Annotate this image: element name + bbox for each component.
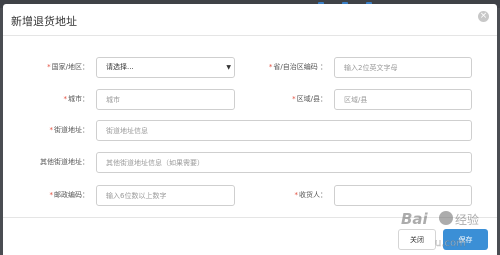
postcode-label-text: 邮政编码：: [54, 191, 89, 199]
city-input[interactable]: [96, 89, 235, 110]
save-button[interactable]: 保存: [443, 229, 488, 250]
country-label: *国家/地区：: [23, 57, 89, 78]
district-label-text: 区域/县：: [296, 95, 327, 103]
district-label: *区域/县：: [243, 89, 327, 110]
other-street-label: 其他街道地址：: [23, 152, 89, 173]
required-marker: *: [63, 95, 68, 103]
district-input[interactable]: [334, 89, 472, 110]
close-button[interactable]: 关闭: [398, 229, 436, 250]
province-code-input[interactable]: [334, 57, 472, 78]
required-marker: *: [49, 191, 54, 199]
required-marker: *: [49, 126, 54, 134]
dialog-header: 新增退货地址 ×: [3, 4, 497, 36]
required-marker: *: [268, 63, 273, 71]
city-label-text: 城市：: [68, 95, 89, 103]
city-label: *城市：: [23, 89, 90, 110]
country-select[interactable]: 请选择... ▼: [96, 57, 235, 78]
required-marker: *: [294, 191, 299, 199]
country-select-value: 请选择...: [106, 63, 134, 71]
close-icon[interactable]: ×: [478, 11, 489, 22]
required-marker: *: [47, 63, 51, 71]
street-input[interactable]: [96, 120, 472, 141]
required-marker: *: [292, 95, 296, 103]
postcode-input[interactable]: [96, 185, 235, 206]
recipient-label: *收货人：: [243, 185, 328, 206]
province-code-label-text: 省/自治区编码 ：: [273, 63, 327, 71]
recipient-input[interactable]: [334, 185, 472, 206]
add-return-address-dialog: 新增退货地址 × *国家/地区： 请选择... ▼ *省/自治区编码 ： *城市…: [3, 4, 497, 255]
recipient-label-text: 收货人：: [299, 191, 327, 199]
caret-down-icon: ▼: [226, 64, 231, 71]
street-label-text: 街道地址：: [54, 126, 89, 134]
postcode-label: *邮政编码：: [23, 185, 90, 206]
dialog-footer: 关闭 保存: [3, 217, 497, 255]
other-street-label-text: 其他街道地址：: [40, 158, 89, 166]
dialog-title: 新增退货地址: [11, 15, 77, 28]
country-label-text: 国家/地区：: [51, 63, 89, 71]
other-street-input[interactable]: [96, 152, 472, 173]
province-code-label: *省/自治区编码 ：: [243, 57, 327, 78]
street-label: *街道地址：: [23, 120, 90, 141]
